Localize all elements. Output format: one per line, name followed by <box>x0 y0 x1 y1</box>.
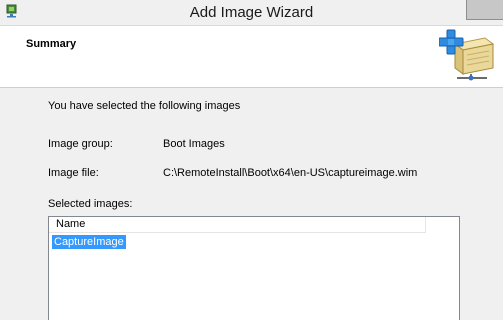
selected-images-label: Selected images: <box>48 198 133 210</box>
column-header-name[interactable]: Name <box>49 217 426 233</box>
wizard-window: Add Image Wizard Summary You have select… <box>0 0 503 320</box>
summary-intro: You have selected the following images <box>48 100 241 112</box>
image-group-value: Boot Images <box>163 138 225 150</box>
list-item[interactable]: CaptureImage <box>52 235 126 249</box>
wizard-header: Summary <box>0 26 503 88</box>
page-title: Summary <box>26 38 77 50</box>
image-file-label: Image file: <box>48 167 99 179</box>
window-title: Add Image Wizard <box>189 4 314 21</box>
title-bar[interactable]: Add Image Wizard <box>0 0 503 26</box>
image-group-label: Image group: <box>48 138 113 150</box>
image-file-value: C:\RemoteInstall\Boot\x64\en-US\capturei… <box>163 167 418 179</box>
selected-images-list[interactable]: Name CaptureImage <box>48 216 460 320</box>
column-header-label: Name <box>56 218 86 230</box>
server-add-icon <box>438 28 495 82</box>
close-button[interactable] <box>466 0 503 20</box>
